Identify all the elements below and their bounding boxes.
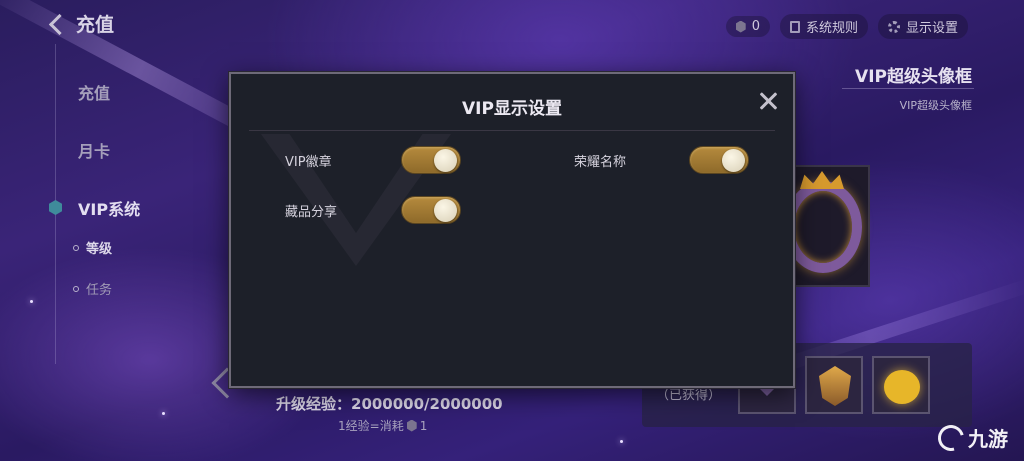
- dialog-divider: [249, 130, 775, 131]
- option-label-honor-name: 荣耀名称: [574, 155, 627, 170]
- upgrade-exp: 升级经验：2000000/2000000: [276, 395, 503, 413]
- sidebar-subitem-level[interactable]: 等级: [73, 238, 112, 257]
- back-button[interactable]: 充值: [46, 10, 114, 37]
- dialog-title: VIP显示设置: [462, 99, 562, 119]
- avatar-frame-ring: [784, 181, 862, 273]
- sidebar-subitem-label: 任务: [86, 283, 113, 298]
- toggle-vip-badge[interactable]: [401, 146, 461, 174]
- watermark-text: 九游: [968, 427, 1008, 451]
- vip-display-settings-dialog: VIP显示设置 VIP徽章 荣耀名称 藏品分享: [229, 72, 795, 388]
- reward-item-badge[interactable]: [805, 356, 863, 414]
- background-star: [30, 300, 33, 303]
- currency-display: 0: [725, 16, 770, 37]
- sidebar-subitem-label: 等级: [86, 242, 113, 257]
- toggle-honor-name[interactable]: [689, 146, 749, 174]
- gem-icon: [406, 419, 417, 432]
- chevron-left-icon: [46, 11, 68, 37]
- reward-item-emote[interactable]: [872, 356, 930, 414]
- background-star: [620, 440, 623, 443]
- watermark: 九游: [933, 419, 1008, 456]
- close-icon[interactable]: [757, 90, 779, 112]
- dot-icon: [73, 285, 79, 292]
- detail-title: VIP超级头像框: [855, 67, 972, 87]
- book-icon: [789, 20, 800, 33]
- sidebar-item-recharge[interactable]: 充值: [78, 80, 110, 104]
- toggle-collection-share[interactable]: [401, 196, 461, 224]
- top-toolbar: 0 系统规则 显示设置: [725, 14, 968, 39]
- rules-label: 系统规则: [805, 21, 858, 36]
- option-label-collection-share: 藏品分享: [285, 205, 338, 220]
- toggle-knob: [722, 149, 745, 172]
- background-star: [162, 412, 165, 415]
- page-title: 充值: [76, 14, 115, 36]
- dot-icon: [73, 244, 79, 251]
- sidebar-item-monthly-card[interactable]: 月卡: [78, 138, 110, 162]
- toggle-knob: [434, 199, 457, 222]
- option-label-vip-badge: VIP徽章: [285, 155, 332, 170]
- display-settings-label: 显示设置: [905, 21, 958, 36]
- gem-icon: [735, 20, 746, 33]
- logo-icon: [933, 419, 969, 456]
- sidebar-item-vip[interactable]: VIP系统: [78, 196, 140, 220]
- sidebar-subitem-task[interactable]: 任务: [73, 279, 112, 298]
- detail-divider: [842, 88, 974, 89]
- exp-note-suffix: 1: [419, 418, 428, 433]
- exp-note-text: 1经验=消耗: [338, 419, 404, 433]
- display-settings-button[interactable]: 显示设置: [877, 14, 968, 39]
- detail-subtitle: VIP超级头像框: [899, 99, 972, 112]
- currency-count: 0: [751, 19, 760, 34]
- crown-icon: [800, 171, 844, 189]
- emote-icon: [884, 370, 920, 404]
- toggle-knob: [434, 149, 457, 172]
- rules-button[interactable]: 系统规则: [779, 14, 868, 39]
- shield-badge-icon: [819, 366, 851, 406]
- exp-note: 1经验=消耗 1: [338, 417, 427, 434]
- gear-icon: [887, 20, 900, 33]
- active-hex-icon: [49, 200, 62, 215]
